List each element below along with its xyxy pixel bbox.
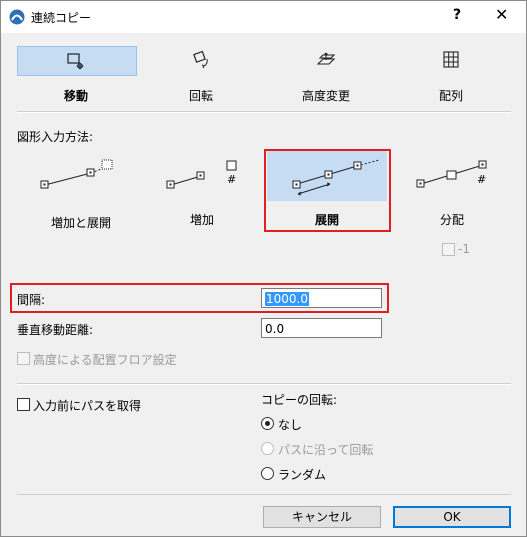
- rotation-none-radio[interactable]: [261, 417, 274, 430]
- window-title: 連続コピー: [31, 11, 92, 25]
- divider: [17, 494, 511, 495]
- array-grid-icon: [443, 51, 459, 68]
- mode-increment-label: 増加: [189, 213, 214, 227]
- distribute-count-hash: #: [477, 173, 487, 186]
- tool-rotate-label: 回転: [188, 89, 213, 103]
- close-button[interactable]: ✕: [495, 5, 508, 24]
- minus-one-label: -1: [458, 242, 470, 256]
- mode-distribute-label: 分配: [439, 213, 464, 227]
- highlight-frame-spread: [264, 149, 391, 232]
- tool-elevate-button[interactable]: [267, 46, 385, 74]
- rotation-random-label: ランダム: [278, 468, 327, 482]
- cancel-button[interactable]: キャンセル: [263, 506, 381, 528]
- mode-increment-spread-option[interactable]: [31, 151, 131, 196]
- increment-spread-diagram-icon: [40, 159, 113, 189]
- elevation-floor-label: 高度による配置フロア設定: [33, 353, 177, 367]
- rotation-along-path-label: パスに沿って回転: [278, 443, 374, 457]
- mode-increment-spread-label: 増加と展開: [50, 216, 111, 230]
- tool-elevate-label: 高度変更: [301, 89, 350, 103]
- move-icon: [67, 53, 84, 70]
- minus-one-checkbox[interactable]: [442, 243, 455, 256]
- get-path-checkbox[interactable]: [17, 398, 30, 411]
- tool-rotate-button[interactable]: [142, 46, 260, 74]
- rotation-along-path-radio[interactable]: [261, 442, 274, 455]
- get-path-label: 入力前にパスを取得: [33, 399, 142, 413]
- vertical-offset-input[interactable]: 0.0: [261, 318, 382, 338]
- elevation-floor-checkbox[interactable]: [17, 352, 30, 365]
- help-button[interactable]: ?: [453, 7, 461, 23]
- increment-count-hash: #: [227, 173, 237, 186]
- tool-move-label: 移動: [63, 89, 88, 103]
- app-logo-icon: [9, 9, 25, 25]
- divider: [17, 112, 511, 113]
- tool-move-button[interactable]: [17, 46, 137, 76]
- highlight-frame-spacing: [10, 283, 389, 313]
- rotate-icon: [193, 50, 208, 69]
- vertical-offset-label: 垂直移動距離:: [17, 323, 94, 337]
- elevate-icon: [316, 52, 336, 65]
- rotation-none-label: なし: [278, 418, 303, 432]
- input-method-heading: 図形入力方法:: [17, 130, 94, 144]
- tool-array-button[interactable]: [392, 46, 510, 74]
- divider: [17, 384, 511, 385]
- tool-array-label: 配列: [438, 89, 463, 103]
- copy-rotation-heading: コピーの回転:: [261, 393, 338, 407]
- title-bar: 連続コピー ? ✕: [1, 1, 526, 33]
- ok-button[interactable]: OK: [393, 506, 511, 528]
- copy-dialog: 連続コピー ? ✕ 移動 回転 高度変更 配列 図形入力方法: 増加と展開 # …: [0, 0, 527, 537]
- rotation-random-radio[interactable]: [261, 467, 274, 480]
